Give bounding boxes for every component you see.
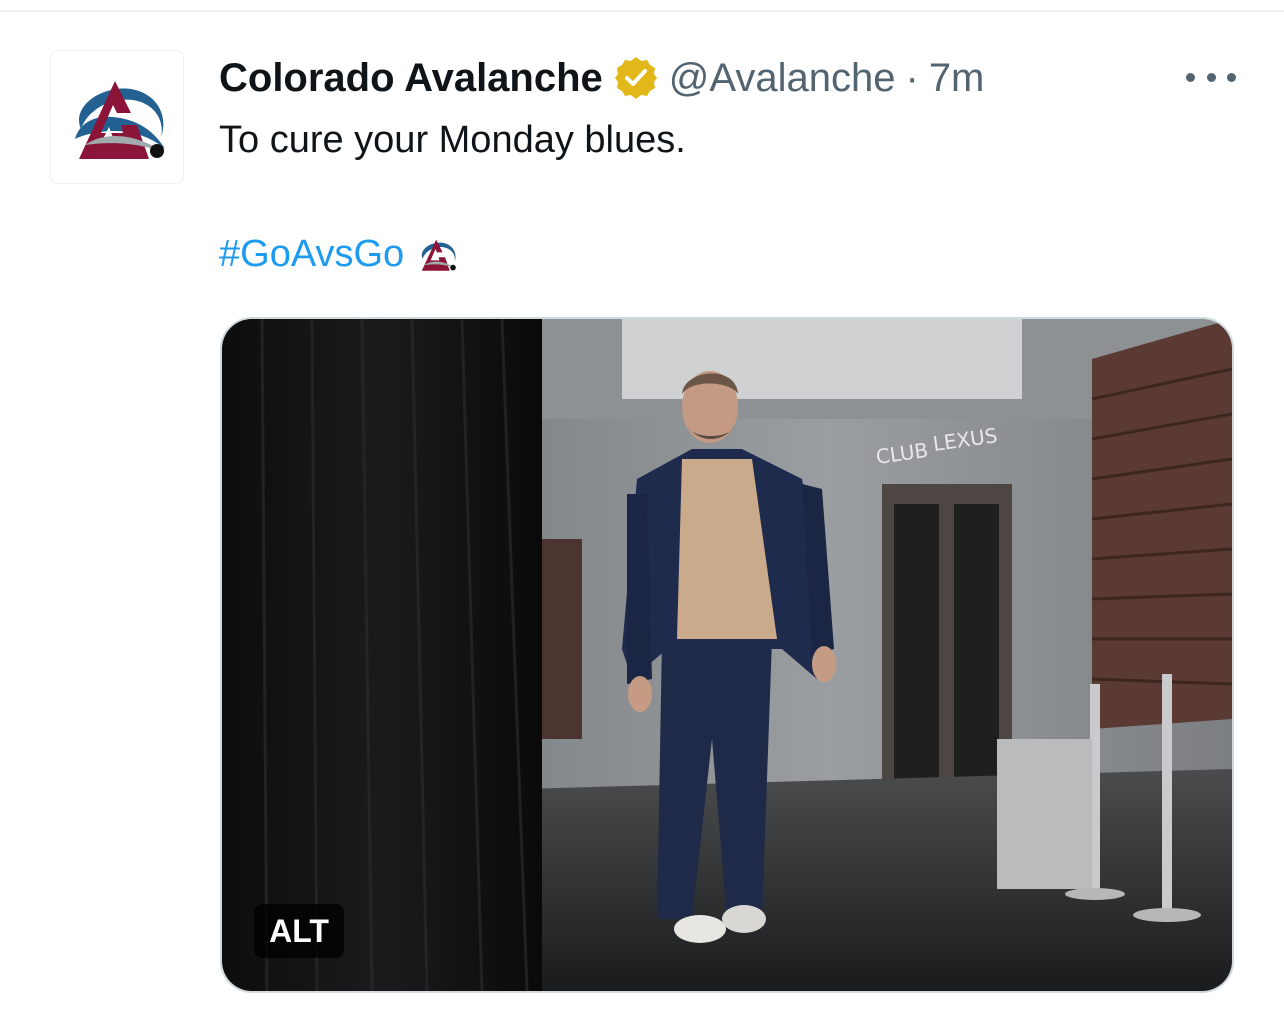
hashtag-line: #GoAvsGo [219, 226, 462, 282]
more-options-icon[interactable] [1186, 60, 1236, 94]
tweet-header: Colorado Avalanche @Avalanche · 7m [219, 50, 984, 106]
hashtag-link[interactable]: #GoAvsGo [219, 226, 404, 282]
top-divider [0, 10, 1284, 12]
tweet-text: To cure your Monday blues. [219, 119, 686, 161]
alt-text-badge[interactable]: ALT [254, 904, 344, 958]
tweet-timestamp[interactable]: 7m [929, 56, 985, 101]
more-dot [1186, 72, 1195, 82]
separator-dot: · [905, 55, 919, 100]
colorado-avalanche-logo-icon [75, 81, 165, 159]
author-display-name[interactable]: Colorado Avalanche [219, 56, 603, 101]
author-handle[interactable]: @Avalanche [669, 56, 896, 101]
tweet-photo[interactable]: CLUB LEXUS [220, 317, 1234, 993]
verified-badge-icon[interactable] [613, 55, 659, 101]
more-dot [1206, 72, 1216, 82]
avatar[interactable] [50, 50, 184, 184]
avalanche-emoji-icon [412, 234, 462, 274]
more-dot [1227, 72, 1236, 82]
photo-player-walking-icon: CLUB LEXUS [222, 319, 1232, 991]
